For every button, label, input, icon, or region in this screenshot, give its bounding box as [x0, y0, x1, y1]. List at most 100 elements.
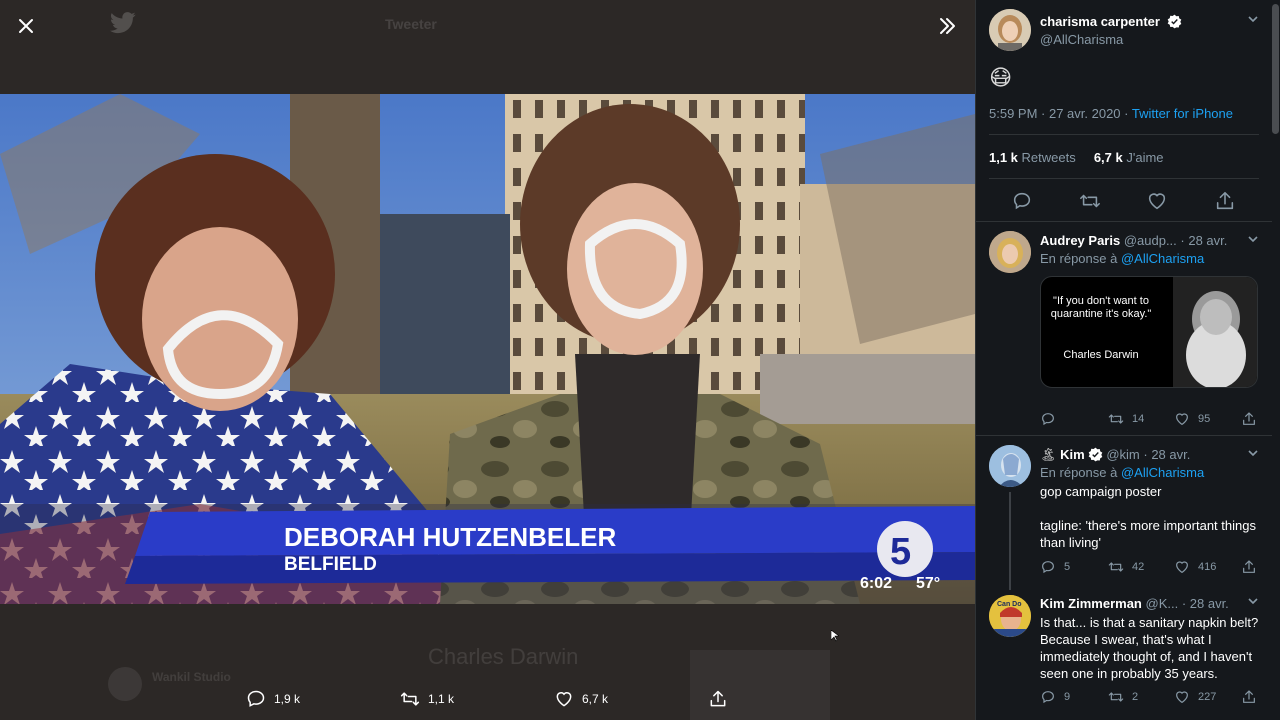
reply-tweet[interactable]: Audrey Paris @audp... · 28 avr. En répon… — [976, 222, 1272, 436]
like-button[interactable]: 416 — [1174, 559, 1216, 575]
like-count: 227 — [1198, 691, 1217, 703]
author-handle[interactable]: @kim — [1106, 447, 1139, 462]
retweets-label: Retweets — [1021, 150, 1076, 165]
like-count: 416 — [1198, 561, 1217, 573]
heart-icon — [1176, 413, 1188, 426]
reply-actions: 5 42 416 — [1040, 559, 1265, 577]
author-handle[interactable]: @audp... — [1124, 233, 1177, 248]
chevron-down-icon[interactable] — [1246, 232, 1260, 246]
chyron-temp: 57° — [916, 575, 940, 592]
retweets-count: 1,1 k — [989, 150, 1018, 165]
share-icon[interactable] — [1214, 190, 1236, 212]
reply-icon[interactable] — [1011, 190, 1033, 212]
reply-to-handle[interactable]: @AllCharisma — [1121, 251, 1204, 266]
like-button[interactable]: 6,7 k — [554, 684, 608, 714]
retweet-icon — [1108, 414, 1124, 424]
share-button[interactable] — [708, 684, 728, 714]
retweet-count: 2 — [1132, 691, 1139, 703]
author-handle[interactable]: @K... — [1146, 596, 1179, 611]
like-button[interactable]: 95 — [1174, 411, 1210, 427]
name-emoji: 🏝 — [1040, 447, 1057, 462]
author-display-name[interactable]: Kim — [1060, 447, 1085, 462]
share-button[interactable] — [1241, 411, 1257, 427]
share-button[interactable] — [1241, 689, 1257, 705]
avatar[interactable] — [989, 9, 1031, 51]
likes-label: J'aime — [1126, 150, 1164, 165]
retweet-icon — [400, 692, 420, 706]
close-icon — [19, 19, 33, 33]
author-display-name[interactable]: Audrey Paris — [1040, 233, 1120, 248]
reply-icon — [1042, 561, 1054, 574]
timestamp-text[interactable]: 5:59 PM · 27 avr. 2020 · — [989, 106, 1132, 121]
reply-count: 1,9 k — [274, 692, 301, 706]
chyron-name: DEBORAH HUTZENBELER — [284, 522, 616, 552]
retweet-button[interactable]: 14 — [1108, 411, 1144, 427]
share-icon — [1243, 560, 1255, 573]
retweet-icon[interactable] — [1079, 190, 1101, 212]
reply-icon — [247, 690, 265, 707]
retweet-button[interactable]: 2 — [1108, 689, 1138, 705]
share-icon — [710, 690, 726, 707]
heart-icon — [1176, 691, 1188, 704]
chevron-double-right-icon — [940, 18, 955, 34]
likes-stat[interactable]: 6,7 k J'aime — [1094, 150, 1164, 165]
reply-button[interactable]: 5 — [1040, 559, 1070, 575]
reply-button[interactable]: 1,9 k — [246, 684, 300, 714]
reply-tweet[interactable]: 🏝 Kim @kim · 28 avr. En réponse à @AllCh… — [976, 436, 1272, 590]
quote-text: "If you don't want to quarantine it's ok… — [1050, 295, 1152, 320]
retweet-count: 1,1 k — [428, 692, 455, 706]
avatar[interactable] — [989, 231, 1031, 273]
reply-date[interactable]: · 28 avr. — [1182, 596, 1229, 611]
chevron-down-icon[interactable] — [1246, 12, 1260, 26]
reply-actions: 9 2 227 — [1040, 689, 1265, 707]
scrollbar[interactable] — [1272, 4, 1279, 134]
quote-author: Charles Darwin — [1063, 349, 1139, 361]
chevron-down-icon[interactable] — [1246, 446, 1260, 460]
reply-date[interactable]: · 28 avr. — [1180, 233, 1227, 248]
ghost-brand-text: Tweeter — [385, 16, 437, 32]
toggle-sidebar-button[interactable] — [931, 10, 963, 42]
chevron-down-icon[interactable] — [1246, 594, 1260, 608]
retweet-button[interactable]: 1,1 k — [400, 684, 454, 714]
media-viewer: Tweeter DEBORAH HUTZENBELER BELFIELD 5 6… — [0, 0, 975, 720]
tweet-source-link[interactable]: Twitter for iPhone — [1132, 106, 1233, 121]
reply-text: Is that... is that a sanitary napkin bel… — [1040, 615, 1259, 681]
avatar[interactable] — [989, 445, 1031, 487]
reply-image[interactable]: "If you don't want to quarantine it's ok… — [1040, 276, 1258, 388]
reply-actions: 14 95 — [1040, 411, 1265, 429]
ghost-source-name: Wankil Studio — [152, 670, 231, 684]
reply-tweet[interactable]: Can Do Kim Zimmerman @K... · 28 avr. Is … — [976, 590, 1272, 720]
reply-to-handle[interactable]: @AllCharisma — [1121, 465, 1204, 480]
reply-text: gop campaign poster tagline: 'there's mo… — [1040, 484, 1256, 550]
reply-date[interactable]: · 28 avr. — [1143, 447, 1190, 462]
twitter-bird-icon — [110, 12, 136, 34]
ghost-caption: Charles Darwin — [428, 644, 579, 669]
retweets-stat[interactable]: 1,1 k Retweets — [989, 150, 1076, 165]
reply-header: Kim Zimmerman @K... · 28 avr. — [1040, 596, 1229, 611]
share-icon — [1243, 690, 1255, 703]
close-button[interactable] — [10, 10, 42, 42]
tweet-sidebar: charisma carpenter @AllCharisma 😷 5:59 P… — [975, 0, 1280, 720]
like-button[interactable]: 227 — [1174, 689, 1216, 705]
reply-count: 5 — [1064, 561, 1071, 573]
darwin-portrait — [1173, 277, 1257, 387]
author-name[interactable]: charisma carpenter — [1040, 14, 1182, 29]
mouse-cursor-icon — [831, 630, 839, 642]
reply-button[interactable] — [1040, 411, 1056, 427]
reply-button[interactable]: 9 — [1040, 689, 1070, 705]
avatar-portrait: Can Do — [989, 595, 1031, 637]
tweet-photo: DEBORAH HUTZENBELER BELFIELD 5 6:02 57° — [0, 94, 975, 604]
share-button[interactable] — [1241, 559, 1257, 575]
reply-context: En réponse à @AllCharisma — [1040, 251, 1204, 266]
like-count: 95 — [1198, 413, 1211, 425]
avatar[interactable]: Can Do — [989, 595, 1031, 637]
tweet-timestamp: 5:59 PM · 27 avr. 2020 · Twitter for iPh… — [989, 106, 1233, 121]
reply-to-label: En réponse à — [1040, 465, 1121, 480]
author-handle[interactable]: @AllCharisma — [1040, 32, 1123, 47]
heart-icon[interactable] — [1146, 190, 1168, 212]
chyron-time: 6:02 — [860, 575, 892, 592]
like-count: 6,7 k — [582, 692, 609, 706]
avatar-portrait — [989, 445, 1031, 487]
author-display-name[interactable]: Kim Zimmerman — [1040, 596, 1142, 611]
retweet-button[interactable]: 42 — [1108, 559, 1144, 575]
